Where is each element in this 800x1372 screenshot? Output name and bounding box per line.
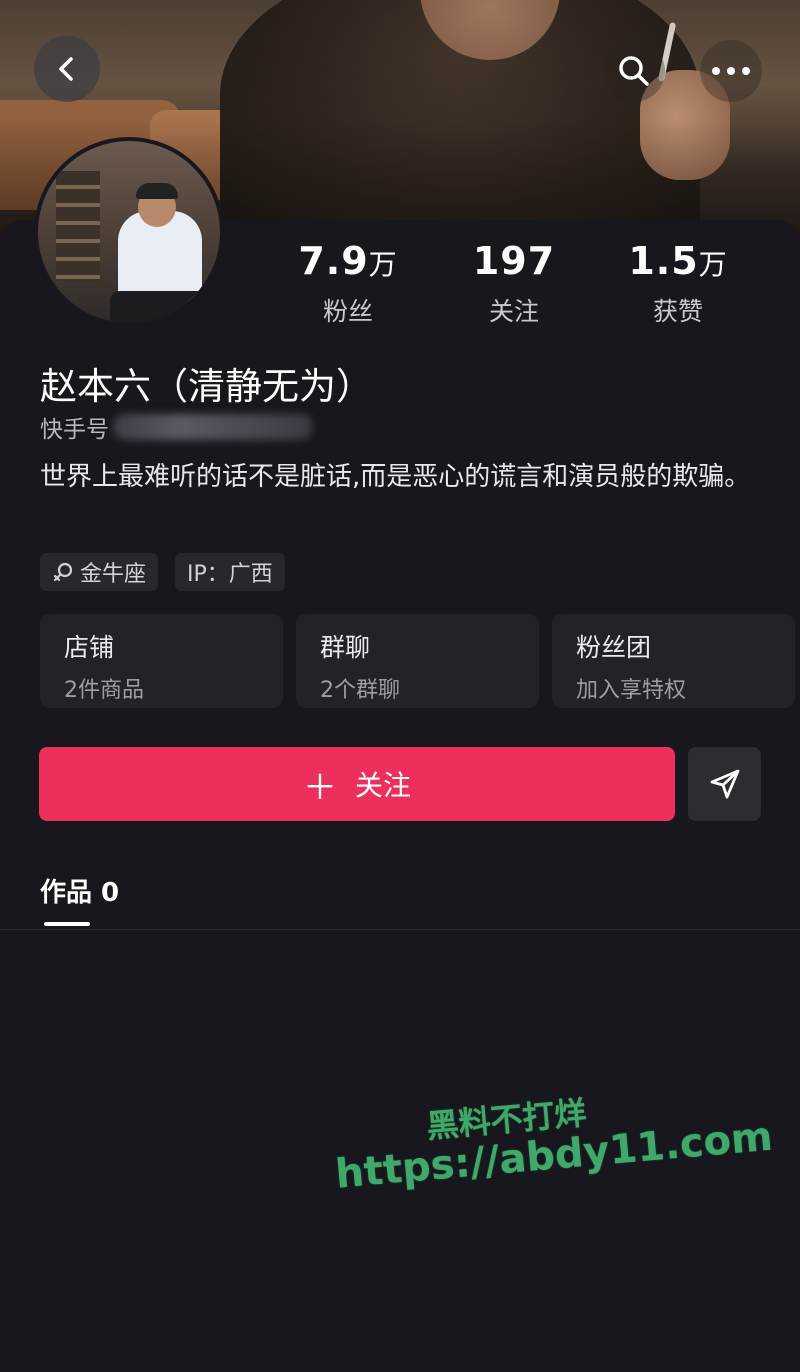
- more-dots-icon: [712, 67, 750, 75]
- search-button[interactable]: [603, 40, 665, 102]
- kwai-id[interactable]: 快手号: [40, 410, 313, 444]
- profile-name: 赵本六（清静无为）: [40, 365, 373, 408]
- divider: [0, 929, 800, 930]
- stat-fans-value: 7.9: [298, 239, 369, 283]
- search-icon: [619, 56, 649, 86]
- tag-zodiac: 金牛座: [40, 553, 159, 591]
- avatar[interactable]: [34, 137, 224, 327]
- send-icon: [710, 769, 739, 799]
- tab-works[interactable]: 作品 0: [40, 872, 119, 909]
- tag-ip-label: IP：广西: [187, 562, 273, 587]
- kwai-id-label: 快手号: [40, 417, 109, 443]
- stat-fans[interactable]: 7.9万 粉丝: [278, 238, 418, 328]
- stat-likes-value: 1.5: [628, 239, 699, 283]
- card-shop[interactable]: 店铺 2件商品: [40, 614, 283, 708]
- chevron-left-icon: [59, 57, 73, 81]
- card-group-chat-title: 群聊: [320, 633, 371, 662]
- card-shop-sub: 2件商品: [64, 678, 144, 703]
- stat-following-label: 关注: [488, 297, 539, 326]
- stat-following[interactable]: 197 关注: [444, 238, 584, 328]
- card-group-chat[interactable]: 群聊 2个群聊: [296, 614, 539, 708]
- kwai-id-blurred: [113, 414, 313, 440]
- tag-zodiac-label: 金牛座: [80, 562, 147, 587]
- stat-following-value: 197: [472, 239, 556, 283]
- profile-bio: 世界上最难听的话不是脏话,而是恶心的谎言和演员般的欺骗。: [40, 462, 751, 492]
- follow-label: 关注: [354, 769, 411, 802]
- card-shop-title: 店铺: [64, 633, 115, 662]
- stat-likes-label: 获赞: [652, 297, 703, 326]
- stat-fans-label: 粉丝: [322, 297, 373, 326]
- zodiac-female-icon: [52, 561, 74, 583]
- follow-button[interactable]: ＋ 关注: [39, 747, 675, 821]
- card-fan-club-sub: 加入享特权: [576, 678, 687, 703]
- share-button[interactable]: [688, 747, 761, 821]
- tag-ip: IP：广西: [175, 553, 285, 591]
- back-button[interactable]: [34, 36, 100, 102]
- card-fan-club-title: 粉丝团: [576, 633, 652, 662]
- stat-likes[interactable]: 1.5万 获赞: [608, 238, 748, 328]
- plus-icon: ＋: [302, 767, 337, 808]
- more-button[interactable]: [700, 40, 762, 102]
- tab-works-indicator: [44, 922, 90, 926]
- card-group-chat-sub: 2个群聊: [320, 678, 400, 703]
- card-fan-club[interactable]: 粉丝团 加入享特权: [552, 614, 795, 708]
